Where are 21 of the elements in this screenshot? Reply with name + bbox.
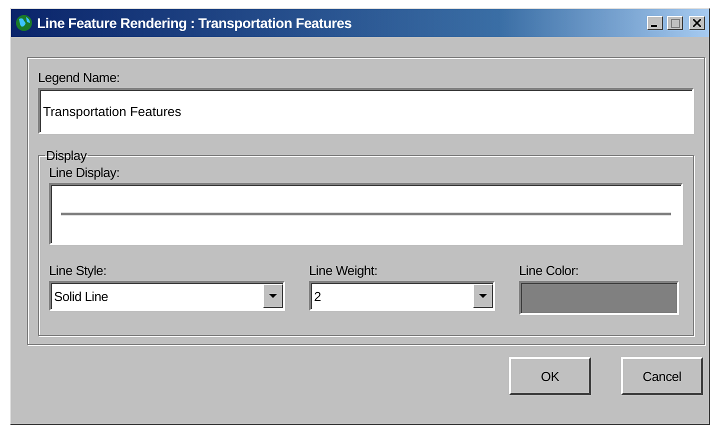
line-display-label: Line Display:	[49, 165, 120, 180]
cancel-button[interactable]: Cancel	[621, 357, 703, 395]
dropdown-arrow-icon	[269, 294, 277, 298]
legend-name-field[interactable]: Transportation Features	[38, 88, 694, 134]
display-group-title: Display	[45, 148, 88, 163]
line-style-dropdown[interactable]: Solid Line	[49, 281, 285, 311]
line-color-label: Line Color:	[519, 263, 580, 278]
dropdown-arrow-icon	[479, 294, 487, 298]
maximize-button[interactable]	[667, 16, 683, 30]
maximize-icon	[670, 18, 680, 28]
minimize-button[interactable]	[647, 16, 663, 30]
line-weight-dropdown[interactable]: 2	[309, 281, 495, 311]
close-button[interactable]	[689, 16, 705, 30]
legend-name-label: Legend Name:	[38, 70, 120, 85]
line-weight-label: Line Weight:	[309, 263, 378, 278]
close-icon	[693, 19, 701, 27]
line-style-label: Line Style:	[49, 263, 108, 278]
ok-button[interactable]: OK	[509, 357, 591, 395]
globe-icon	[15, 14, 33, 32]
line-color-swatch[interactable]	[519, 281, 679, 315]
window-title: Line Feature Rendering : Transportation Features	[37, 15, 353, 31]
